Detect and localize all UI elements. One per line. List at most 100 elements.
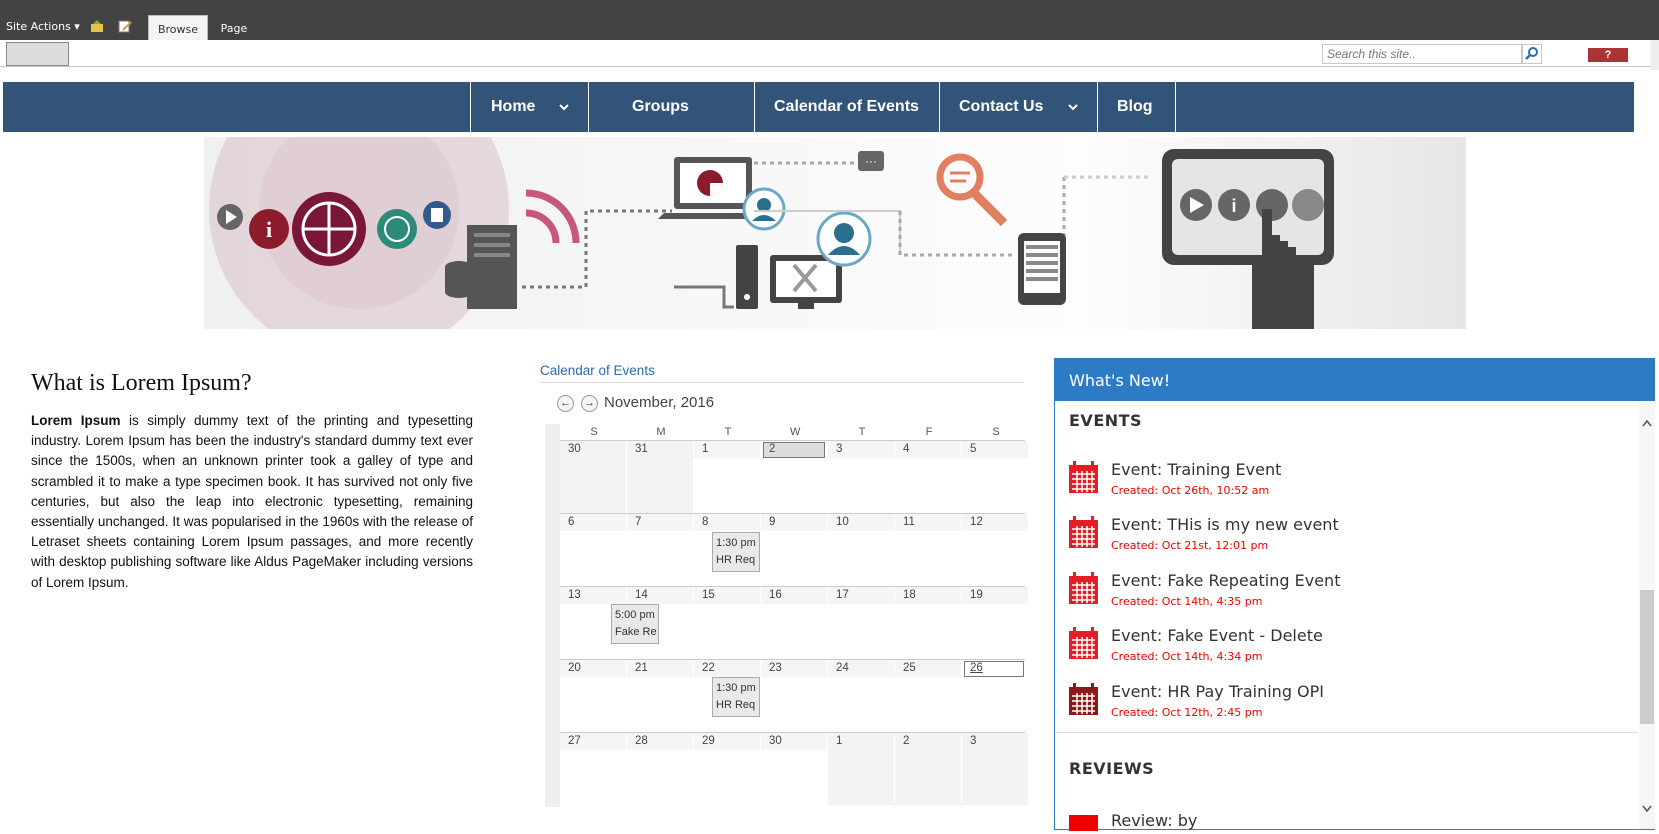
calendar-icon xyxy=(1069,461,1098,493)
nav-groups-label: Groups xyxy=(632,98,689,115)
calendar-day[interactable]: 29 xyxy=(694,733,760,805)
day-number: 25 xyxy=(903,662,916,674)
day-number: 13 xyxy=(568,589,581,601)
scrollbar-thumb[interactable] xyxy=(1640,590,1654,724)
item-title: Event: Fake Repeating Event xyxy=(1111,571,1341,590)
day-number: 22 xyxy=(702,662,715,674)
calendar-day[interactable]: 6 xyxy=(560,514,626,586)
nav-groups[interactable]: Groups xyxy=(588,82,754,132)
calendar-day[interactable]: 23 xyxy=(761,660,827,732)
event-title: HR Req xyxy=(716,554,756,566)
calendar-day[interactable]: 17 xyxy=(828,587,894,659)
calendar-day[interactable]: 7 xyxy=(627,514,693,586)
calendar-day[interactable]: 5 xyxy=(962,441,1028,513)
calendar-title-link[interactable]: Calendar of Events xyxy=(540,363,655,378)
calendar-day[interactable]: 20 xyxy=(560,660,626,732)
calendar-day[interactable]: 9 xyxy=(761,514,827,586)
calendar-day[interactable]: 16 xyxy=(761,587,827,659)
item-title: Event: HR Pay Training OPI xyxy=(1111,682,1325,701)
day-number: 28 xyxy=(635,735,648,747)
nav-contact[interactable]: Contact Us xyxy=(939,82,1097,132)
day-number: 1 xyxy=(702,443,709,455)
calendar-day[interactable]: 3 xyxy=(828,441,894,513)
whats-new-scrollbar[interactable] xyxy=(1639,401,1655,829)
calendar-day[interactable]: 27 xyxy=(560,733,626,805)
search-input[interactable] xyxy=(1322,44,1522,64)
calendar-day[interactable]: 11 xyxy=(895,514,961,586)
help-icon[interactable]: ? xyxy=(1588,48,1628,62)
day-number: 15 xyxy=(702,589,715,601)
calendar-event[interactable]: 5:00 pm Fake Re xyxy=(611,604,659,644)
day-number: 5 xyxy=(970,443,977,455)
day-number: 12 xyxy=(970,516,983,528)
calendar-day[interactable]: 28 xyxy=(627,733,693,805)
calendar-day[interactable]: 4 xyxy=(895,441,961,513)
calendar-prev-button[interactable]: ← xyxy=(557,395,574,412)
calendar-day[interactable]: 21 xyxy=(627,660,693,732)
calendar-next-button[interactable]: → xyxy=(581,395,598,412)
calendar-day[interactable]: 30 xyxy=(761,733,827,805)
calendar-day[interactable]: 15 xyxy=(694,587,760,659)
events-section-label: EVENTS xyxy=(1069,411,1143,430)
day-number: 31 xyxy=(635,443,648,455)
reviews-section-label: REVIEWS xyxy=(1069,759,1155,778)
chevron-up-icon[interactable] xyxy=(1642,419,1652,427)
calendar-day[interactable]: 18 xyxy=(895,587,961,659)
whats-new-item[interactable]: Event: THis is my new event Created: Oct… xyxy=(1069,513,1629,563)
ribbon-row: ? xyxy=(0,40,1659,67)
item-created: Created: Oct 14th, 4:34 pm xyxy=(1111,650,1263,663)
chevron-down-icon[interactable] xyxy=(1642,805,1652,813)
day-number: 9 xyxy=(769,516,776,528)
calendar-day[interactable]: 1 xyxy=(828,733,894,805)
item-title: Event: Fake Event - Delete xyxy=(1111,626,1323,645)
nav-blog[interactable]: Blog xyxy=(1097,82,1176,132)
day-number: 11 xyxy=(903,516,915,528)
search-button[interactable] xyxy=(1522,44,1542,64)
whats-new-item[interactable]: Event: Fake Repeating Event Created: Oct… xyxy=(1069,569,1629,619)
nav-calendar[interactable]: Calendar of Events xyxy=(754,82,939,132)
day-number: 26 xyxy=(964,661,1024,677)
day-number: 21 xyxy=(635,662,648,674)
calendar-event[interactable]: 1:30 pm HR Req xyxy=(712,677,760,717)
calendar-day[interactable]: 25 xyxy=(895,660,961,732)
ribbon-placeholder-button[interactable] xyxy=(6,42,69,66)
event-title: HR Req xyxy=(716,699,756,711)
day-number: 4 xyxy=(903,443,910,455)
day-number: 10 xyxy=(836,516,849,528)
page-scrollbar[interactable] xyxy=(1651,40,1659,70)
calendar-day[interactable]: 19 xyxy=(962,587,1028,659)
nav-home[interactable]: Home xyxy=(470,82,588,132)
calendar-event[interactable]: 1:30 pm HR Req xyxy=(712,532,760,572)
item-created: Created: Oct 14th, 4:35 pm xyxy=(1111,595,1263,608)
calendar-day[interactable]: 26 xyxy=(962,660,1028,732)
day-number: 20 xyxy=(568,662,581,674)
whats-new-item[interactable]: Event: Training Event Created: Oct 26th,… xyxy=(1069,458,1629,508)
whats-new-item[interactable]: Review: by xyxy=(1069,809,1629,831)
item-created: Created: Oct 12th, 2:45 pm xyxy=(1111,706,1263,719)
calendar-day[interactable]: 1 xyxy=(694,441,760,513)
nav-home-label: Home xyxy=(491,98,536,115)
calendar-day[interactable]: 2 xyxy=(895,733,961,805)
day-number: 8 xyxy=(702,516,709,528)
whats-new-item[interactable]: Event: Fake Event - Delete Created: Oct … xyxy=(1069,624,1629,674)
site-actions-menu[interactable]: Site Actions ▾ xyxy=(6,20,80,33)
calendar-day[interactable]: 24 xyxy=(828,660,894,732)
search-icon xyxy=(1525,47,1538,60)
calendar-day[interactable]: 2 xyxy=(761,441,827,513)
whats-new-item[interactable]: Event: HR Pay Training OPI Created: Oct … xyxy=(1069,680,1629,730)
calendar-day[interactable]: 3 xyxy=(962,733,1028,805)
calendar-day[interactable]: 12 xyxy=(962,514,1028,586)
chevron-down-icon xyxy=(1068,104,1078,111)
item-title: Review: by xyxy=(1111,811,1198,830)
navigate-up-icon[interactable] xyxy=(90,20,104,33)
calendar-day[interactable]: 30 xyxy=(560,441,626,513)
calendar-day[interactable]: 31 xyxy=(627,441,693,513)
day-number: 18 xyxy=(903,589,916,601)
tab-browse[interactable]: Browse xyxy=(148,15,208,40)
day-number: 24 xyxy=(836,662,849,674)
edit-page-icon[interactable] xyxy=(118,20,132,33)
day-number: 19 xyxy=(970,589,983,601)
tab-page[interactable]: Page xyxy=(214,15,254,40)
calendar-day[interactable]: 10 xyxy=(828,514,894,586)
nav-calendar-label: Calendar of Events xyxy=(774,98,919,115)
